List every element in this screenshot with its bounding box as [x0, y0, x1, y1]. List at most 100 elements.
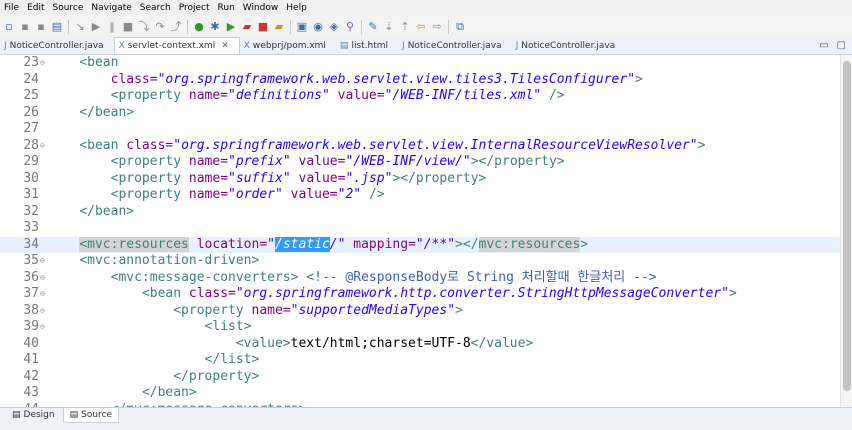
code-editor[interactable]: 23 ⊖ <bean 24 class="org.springframework.w… [0, 55, 840, 407]
scrollbar-thumb[interactable] [843, 61, 851, 391]
fold-toggle-icon[interactable]: ⊖ [40, 270, 45, 287]
code-token: <mvc:message-converters> [110, 269, 299, 285]
code-token: value= [290, 154, 346, 169]
menu-navigate[interactable]: Navigate [87, 3, 135, 13]
code-line[interactable]: 25 <property name="definitions" value="/… [0, 88, 840, 105]
fold-toggle-icon[interactable]: ⊖ [40, 319, 45, 336]
editor-tab[interactable]: J NoticeController.java [512, 38, 626, 54]
code-line[interactable]: 31 <property name="order" value="2" /> [0, 187, 840, 204]
code-token: name= [188, 154, 229, 169]
code-token: > [697, 137, 706, 153]
code-token: <property [110, 187, 189, 202]
fold-toggle-icon[interactable]: ⊖ [40, 253, 45, 270]
code-line[interactable]: 43 </bean> [0, 385, 840, 402]
line-number: 28 [23, 137, 39, 153]
terminate-icon[interactable]: ■ [121, 20, 135, 34]
code-line[interactable]: 42 </property> [0, 369, 840, 386]
code-line[interactable]: 27 [0, 121, 840, 138]
editor-tab[interactable]: ▤ list.html [336, 38, 398, 54]
bottom-tab-source[interactable]: ▤ Source [62, 408, 120, 423]
code-line[interactable]: 32 </bean> [0, 204, 840, 221]
vertical-scrollbar[interactable] [840, 55, 852, 407]
save-all-icon[interactable]: ▪ [34, 20, 48, 34]
code-line[interactable]: 39 ⊖ <list> [0, 319, 840, 336]
editor-tab[interactable]: Xwebprj/pom.xml [240, 38, 336, 54]
code-line[interactable]: 35 ⊖ <mvc:annotation-driven> [0, 253, 840, 270]
new-java-project-icon[interactable]: ▣ [295, 20, 309, 34]
code-line[interactable]: 36 ⊖ <mvc:message-converters> <!-- @Respo… [0, 270, 840, 287]
server-icon[interactable]: ● [192, 20, 206, 34]
code-text: <bean [48, 55, 118, 72]
code-line[interactable]: 30 <property name="suffix" value=".jsp">… [0, 171, 840, 188]
code-line[interactable]: 33 [0, 220, 840, 237]
search-icon[interactable]: ⚲ [343, 20, 357, 34]
toolbar: ▫ ▪ ▪ ▤ ↘ ▶ ‖ ■ ⤵ ↷ ⤴ ● ✱ ▶ ▰ ■ ▰ ▣ ◉ ◈ … [0, 15, 852, 38]
code-line[interactable]: 28 ⊖ <bean class="org.springframework.web… [0, 138, 840, 155]
code-line[interactable]: 29 <property name="prefix" value="/WEB-I… [0, 154, 840, 171]
code-token: <property [110, 88, 189, 103]
editor-tab[interactable]: J NoticeController.java [0, 38, 114, 54]
menu-edit[interactable]: Edit [23, 3, 48, 13]
suspend-icon[interactable]: ‖ [105, 20, 119, 34]
code-token: <bean [79, 137, 127, 153]
code-token: name= [188, 170, 229, 186]
annotation-icon[interactable]: ✎ [366, 20, 380, 34]
code-token: <property [110, 170, 189, 186]
code-text: <property name="order" value="2" /> [48, 187, 385, 204]
menu-file[interactable]: File [0, 3, 23, 13]
step-over-icon[interactable]: ↷ [153, 20, 167, 34]
debug-icon[interactable]: ✱ [208, 20, 222, 34]
code-token: > [580, 236, 589, 252]
code-line[interactable]: 41 </list> [0, 352, 840, 369]
fold-toggle-icon[interactable]: ⊖ [40, 55, 45, 72]
editor-tab[interactable]: Xservlet-context.xml ✕ [113, 37, 240, 54]
save-icon[interactable]: ▪ [18, 20, 32, 34]
step-return-icon[interactable]: ⤴ [169, 20, 183, 34]
code-token: > [455, 302, 463, 318]
maximize-icon[interactable]: ▢ [837, 40, 846, 51]
code-line[interactable]: 23 ⊖ <bean [0, 55, 840, 72]
editor-tab[interactable]: J NoticeController.java [398, 38, 512, 54]
menu-project[interactable]: Project [175, 3, 214, 13]
close-tab-icon[interactable]: ✕ [221, 41, 229, 51]
pin-editor-icon[interactable]: ⧉ [453, 20, 467, 34]
menu-help[interactable]: Help [282, 3, 311, 13]
code-token: "org.springframework.http.converter.Stri… [235, 286, 729, 301]
coverage-icon[interactable]: ▰ [272, 20, 286, 34]
code-line[interactable]: 24 class="org.springframework.web.servle… [0, 72, 840, 89]
forward-icon[interactable]: ⇨ [430, 20, 444, 34]
open-type-icon[interactable]: ◈ [327, 20, 341, 34]
line-number: 41 [23, 352, 39, 367]
code-token: > [728, 286, 737, 301]
new-class-icon[interactable]: ◉ [311, 20, 325, 34]
menu-window[interactable]: Window [239, 3, 283, 13]
menu-run[interactable]: Run [214, 3, 239, 13]
code-line[interactable]: 37 ⊖ <bean class="org.springframework.htt… [0, 286, 840, 303]
stop-server-icon[interactable]: ■ [256, 20, 270, 34]
fold-toggle-icon[interactable]: ⊖ [40, 286, 45, 303]
back-icon[interactable]: ⇦ [414, 20, 428, 34]
fold-toggle-icon[interactable]: ⊖ [40, 138, 45, 155]
code-line[interactable]: 40 <value>text/html;charset=UTF-8</value… [0, 336, 840, 353]
code-line[interactable]: 26 </bean> [0, 105, 840, 122]
menu-source[interactable]: Source [49, 3, 88, 13]
skip-breakpoints-icon[interactable]: ↘ [73, 20, 87, 34]
print-icon[interactable]: ▤ [50, 20, 64, 34]
bottom-tab-design[interactable]: ▤ Design [6, 408, 61, 422]
run-icon[interactable]: ▶ [224, 20, 238, 34]
code-line[interactable]: 38 ⊖ <property name="supportedMediaTypes"… [0, 303, 840, 320]
resume-icon[interactable]: ▶ [89, 20, 103, 34]
minimize-icon[interactable]: ▭ [819, 40, 828, 51]
next-annotation-icon[interactable]: ⇣ [382, 20, 396, 34]
new-icon[interactable]: ▫ [2, 20, 16, 34]
menu-search[interactable]: Search [136, 3, 175, 13]
step-into-icon[interactable]: ⤵ [137, 20, 151, 34]
fold-toggle-icon[interactable]: ⊖ [40, 303, 45, 320]
external-tools-icon[interactable]: ▰ [240, 20, 254, 34]
code-line[interactable]: 34 <mvc:resources location="/static/" ma… [0, 236, 840, 253]
prev-annotation-icon[interactable]: ⇡ [398, 20, 412, 34]
